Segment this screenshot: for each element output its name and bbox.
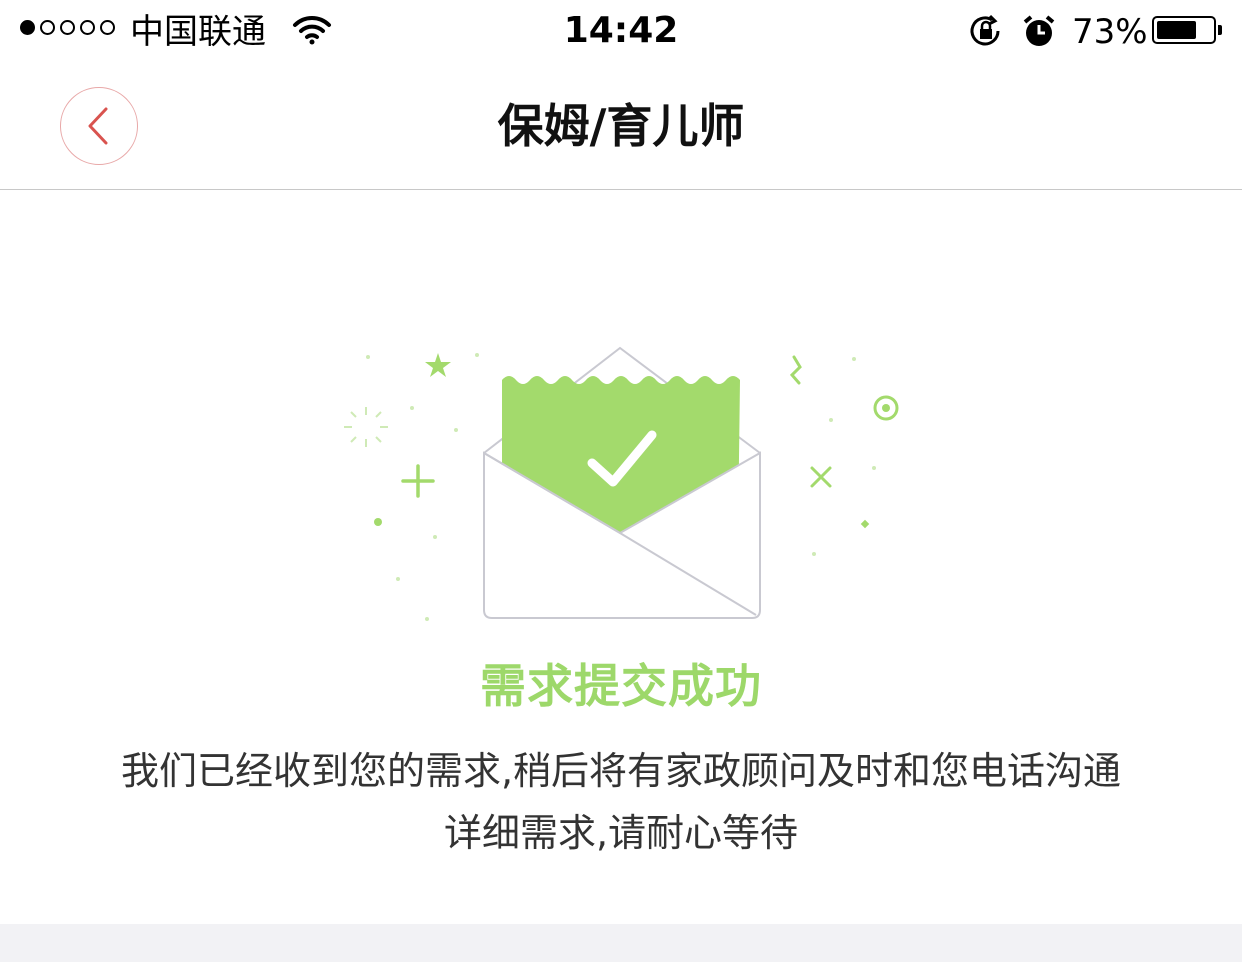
message-line-2: 详细需求,请耐心等待 [443, 811, 799, 855]
rotation-lock-icon [968, 14, 1004, 52]
success-envelope-illustration [330, 335, 910, 635]
navigation-bar: 保姆/育儿师 [0, 62, 1242, 190]
battery-icon [1152, 16, 1216, 44]
success-title: 需求提交成功 [480, 659, 762, 713]
success-message: 我们已经收到您的需求,稍后将有家政顾问及时和您电话沟通 详细需求,请耐心等待 [0, 740, 1242, 864]
status-bar: 中国联通 14:42 73% [0, 0, 1242, 62]
alarm-icon [1022, 14, 1056, 52]
page-title: 保姆/育儿师 [497, 99, 745, 153]
screen: 中国联通 14:42 73% 保姆/育儿师 需求提交成功 我们已经收到您的需求,… [0, 0, 1242, 962]
battery-percentage: 73% [1072, 12, 1148, 52]
message-line-1: 我们已经收到您的需求,稍后将有家政顾问及时和您电话沟通 [120, 749, 1122, 793]
bottom-divider-strip [0, 924, 1242, 962]
